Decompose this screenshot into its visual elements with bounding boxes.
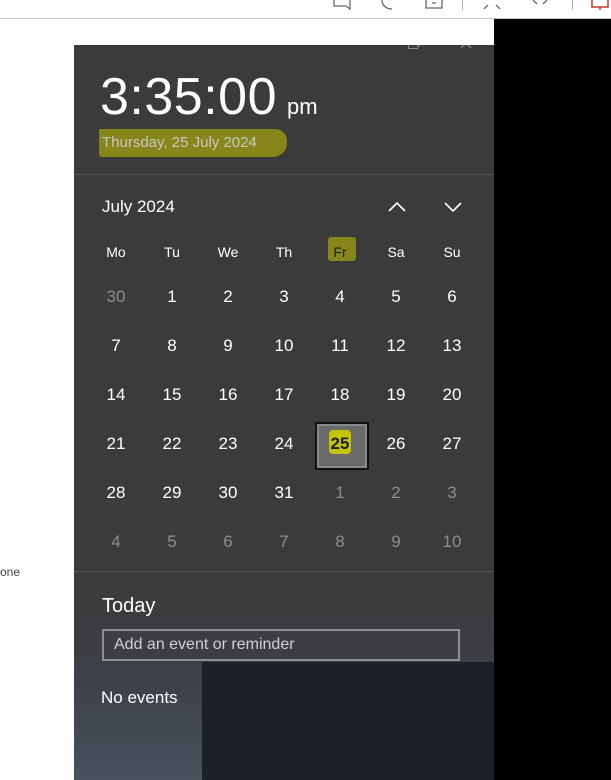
month-title[interactable]: July 2024 — [102, 197, 175, 217]
phone-icon[interactable] — [378, 0, 398, 10]
calendar-day[interactable]: 20 — [424, 370, 480, 419]
clock-time: 3:35:00 — [100, 68, 277, 126]
calendar-day[interactable]: 4 — [312, 272, 368, 321]
calendar-day[interactable]: 3 — [256, 272, 312, 321]
weekday-label: We — [217, 244, 239, 260]
calendar-day[interactable]: 1 — [144, 272, 200, 321]
wallpaper-dark-region — [202, 662, 494, 780]
calendar-day[interactable]: 21 — [88, 419, 144, 468]
calendar-day[interactable]: 13 — [424, 321, 480, 370]
weekday-label: Su — [443, 244, 461, 260]
clock: 3:35:00 pm — [100, 67, 318, 127]
calendar-day[interactable]: 2 — [368, 468, 424, 517]
calendar-day[interactable]: 16 — [200, 370, 256, 419]
clock-date[interactable]: Thursday, 25 July 2024 — [100, 132, 281, 155]
toolbar-separator — [462, 0, 463, 10]
minimize-icon[interactable] — [354, 45, 380, 56]
background-window-left: one — [0, 19, 74, 780]
screenshot-icon[interactable] — [424, 0, 444, 10]
calendar-day[interactable]: 2 — [200, 272, 256, 321]
weekday-label: Sa — [387, 244, 405, 260]
calendar-day[interactable]: 6 — [424, 272, 480, 321]
calendar-flyout: 3:35:00 pm Thursday, 25 July 2024 July 20… — [74, 45, 494, 780]
calendar-day[interactable]: 5 — [144, 517, 200, 566]
calendar-day[interactable]: 8 — [144, 321, 200, 370]
clock-ampm: pm — [287, 94, 318, 119]
calendar-day[interactable]: 26 — [368, 419, 424, 468]
calendar-day[interactable]: 9 — [200, 321, 256, 370]
restore-icon[interactable] — [401, 45, 427, 56]
calendar-day[interactable]: 28 — [88, 468, 144, 517]
chat-icon[interactable] — [332, 0, 352, 10]
calendar-day[interactable]: 6 — [200, 517, 256, 566]
calendar-day[interactable]: 18 — [312, 370, 368, 419]
event-input[interactable] — [102, 629, 460, 661]
calendar-day[interactable]: 3 — [424, 468, 480, 517]
calendar-day[interactable]: 23 — [200, 419, 256, 468]
divider — [74, 571, 494, 572]
weekday-label: Mo — [106, 244, 126, 260]
calendar-day[interactable]: 12 — [368, 321, 424, 370]
calendar-day[interactable]: 4 — [88, 517, 144, 566]
background-toolbar — [0, 0, 611, 19]
calendar-day[interactable]: 15 — [144, 370, 200, 419]
weekday-label: Tu — [164, 244, 180, 260]
calendar-day[interactable]: 14 — [88, 370, 144, 419]
calendar-day[interactable]: 11 — [312, 321, 368, 370]
calendar-day[interactable]: 10 — [256, 321, 312, 370]
collapse-icon[interactable] — [530, 0, 550, 10]
background-label: one — [0, 565, 21, 579]
calendar-day[interactable]: 27 — [424, 419, 480, 468]
chevron-up-icon[interactable] — [382, 195, 412, 219]
no-events-label: No events — [101, 688, 178, 707]
toolbar-separator — [572, 0, 573, 10]
weekday-label: Fr — [333, 244, 347, 260]
expand-icon[interactable] — [482, 0, 502, 10]
weekday-label: Th — [275, 244, 293, 260]
calendar-day[interactable]: 30 — [200, 468, 256, 517]
calendar-day[interactable]: 22 — [144, 419, 200, 468]
agenda-title: Today — [102, 595, 156, 617]
calendar-day-today[interactable]: 25 — [312, 419, 368, 468]
calendar-day[interactable]: 29 — [144, 468, 200, 517]
calendar-day[interactable]: 24 — [256, 419, 312, 468]
calendar-day[interactable]: 9 — [368, 517, 424, 566]
close-icon[interactable] — [453, 45, 479, 56]
calendar-day[interactable]: 7 — [256, 517, 312, 566]
calendar-day[interactable]: 10 — [424, 517, 480, 566]
calendar-day[interactable]: 5 — [368, 272, 424, 321]
calendar-day[interactable]: 17 — [256, 370, 312, 419]
divider — [74, 174, 494, 175]
calendar-day[interactable]: 31 — [256, 468, 312, 517]
calendar-day[interactable]: 1 — [312, 468, 368, 517]
chevron-down-icon[interactable] — [438, 195, 468, 219]
presentation-icon[interactable] — [590, 0, 610, 10]
calendar-day[interactable]: 8 — [312, 517, 368, 566]
calendar-day[interactable]: 30 — [88, 272, 144, 321]
calendar-day[interactable]: 7 — [88, 321, 144, 370]
calendar-day[interactable]: 19 — [368, 370, 424, 419]
desktop-background — [494, 19, 611, 780]
